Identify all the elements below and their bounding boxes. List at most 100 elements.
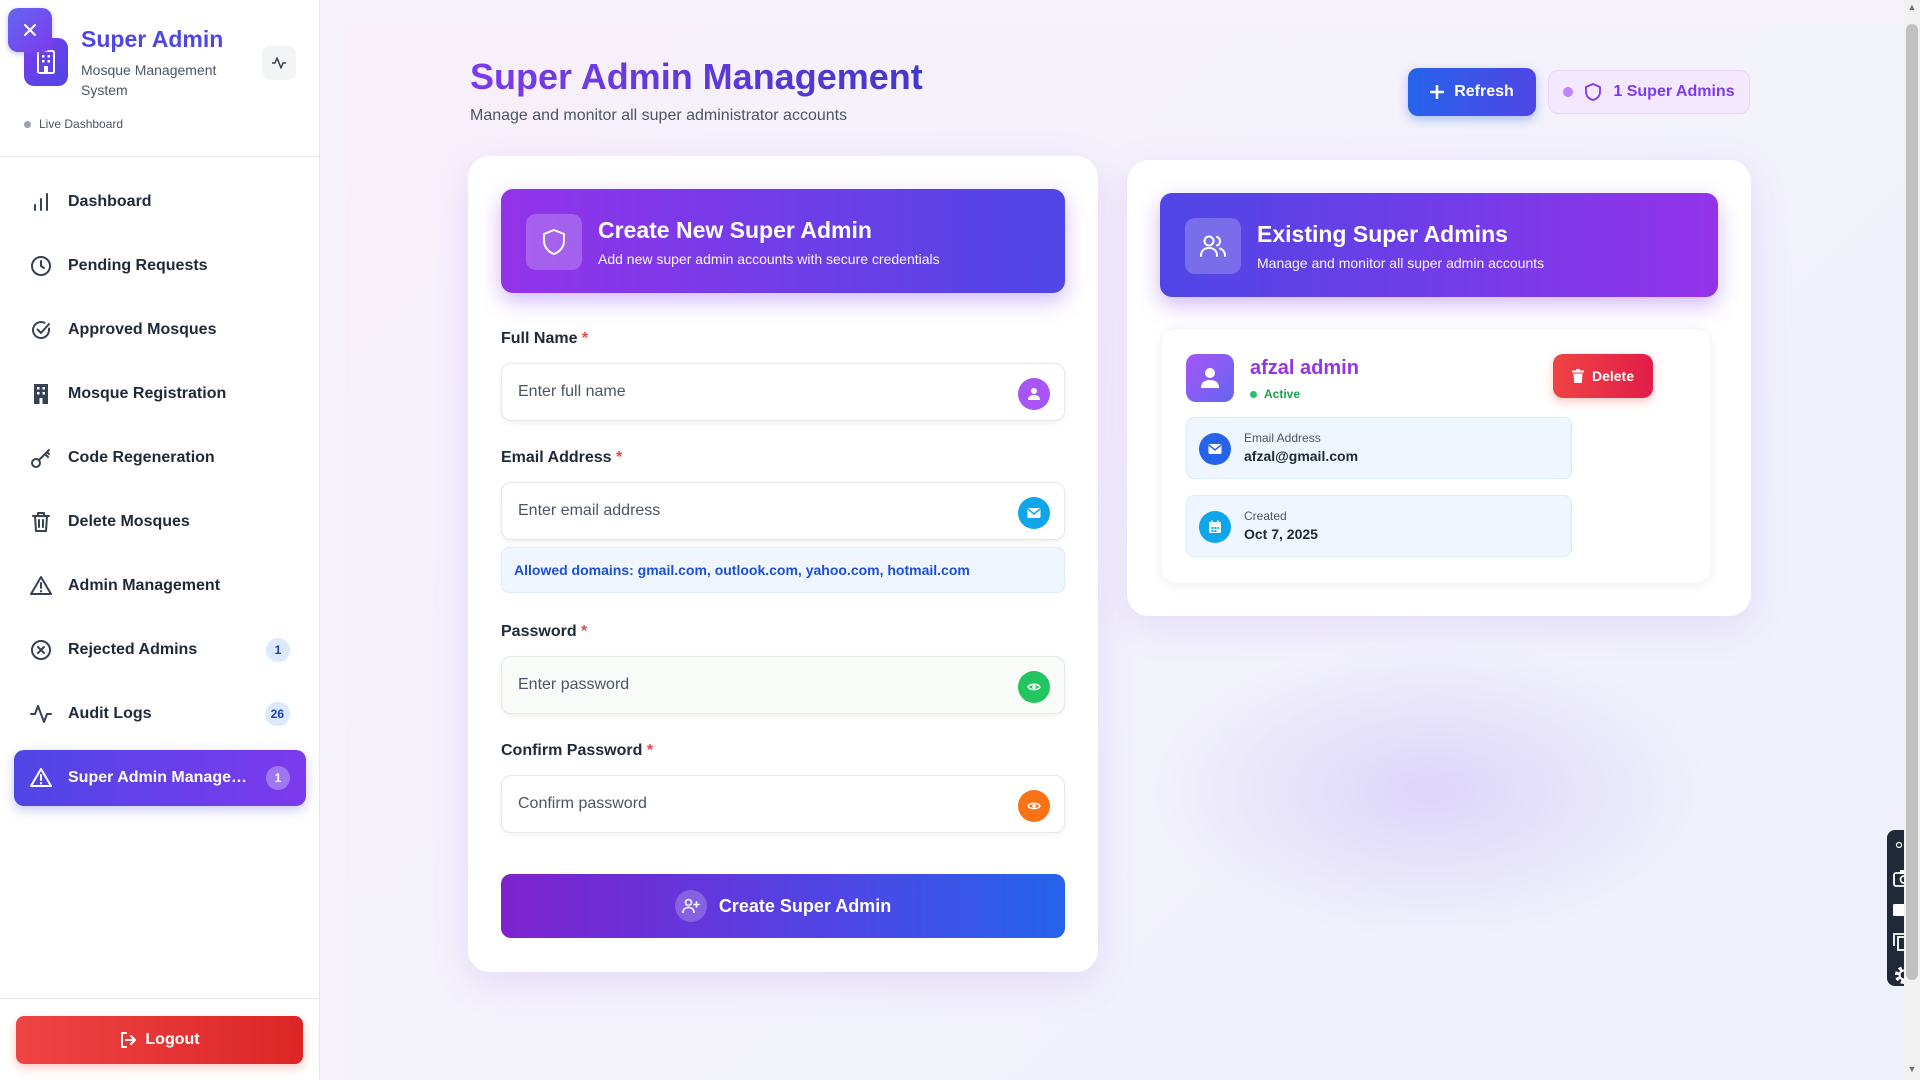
close-sidebar-button[interactable] [8,8,52,52]
created-label: Created [1244,509,1287,523]
sidebar-item-admin-management[interactable]: Admin Management [14,558,306,614]
page-title: Super Admin Management [470,56,923,97]
email-label-text: Email Address [501,449,612,466]
admin-name: afzal admin [1250,357,1359,379]
status-dot [1250,390,1257,398]
sidebar-item-label: Code Regeneration [68,449,215,466]
password-input[interactable] [502,657,972,713]
bar-chart-icon [34,193,48,211]
confirm-password-label-text: Confirm Password [501,742,643,759]
scroll-up-icon[interactable]: ▲ [1905,2,1919,14]
shield-icon-box [526,214,582,270]
full-name-field [501,363,1065,421]
sidebar-item-approved-mosques[interactable]: Approved Mosques [14,302,306,358]
sidebar-item-label: Audit Logs [68,705,152,722]
existing-super-admins-card: Existing Super Admins Manage and monitor… [1127,160,1751,616]
building-icon [34,384,48,404]
sidebar-item-code-regeneration[interactable]: Code Regeneration [14,430,306,486]
status-dot [1563,87,1574,97]
x-circle-icon [31,640,51,660]
created-value: Oct 7, 2025 [1244,526,1318,542]
admin-list-item: afzal admin Active Delete Email Address … [1160,328,1712,584]
create-card-title: Create New Super Admin [598,217,872,243]
logout-label: Logout [145,1031,200,1048]
required-mark: * [581,623,588,640]
password-field [501,656,1065,714]
trash-icon [32,512,50,532]
sidebar-item-label: Admin Management [68,577,221,594]
brand-subtitle: Mosque Management System [81,62,217,98]
sidebar-nav: Dashboard Pending Requests Approved Mosq… [14,174,306,814]
confirm-password-field [501,775,1065,833]
eye-icon[interactable] [1018,790,1050,822]
existing-card-subtitle: Manage and monitor all super admin accou… [1257,255,1545,271]
sidebar-item-label: Pending Requests [68,257,208,274]
users-icon-box [1185,218,1241,274]
status-label: Active [1264,387,1301,401]
user-icon [1201,368,1219,388]
required-mark: * [646,742,654,759]
confirm-password-label: Confirm Password * [501,742,653,760]
mail-icon [1199,433,1231,465]
mail-icon [1018,497,1050,529]
check-circle-icon [32,321,50,339]
existing-card-title: Existing Super Admins [1257,221,1508,247]
shield-icon [1585,83,1602,101]
scrollbar-thumb[interactable] [1906,24,1918,980]
close-icon [24,24,36,36]
create-card-header: Create New Super Admin Add new super adm… [501,189,1065,293]
email-value: afzal@gmail.com [1244,448,1359,464]
sidebar-item-pending-requests[interactable]: Pending Requests [14,238,306,294]
sidebar-item-mosque-registration[interactable]: Mosque Registration [14,366,306,422]
background-glow [1150,640,1710,940]
sidebar-item-label: Approved Mosques [68,321,217,338]
building-icon [37,50,55,74]
sidebar-item-label: Super Admin Managem... [68,769,250,786]
delete-button[interactable]: Delete [1553,354,1653,398]
super-admin-count-badge: 1 Super Admins [1548,70,1750,114]
password-label: Password * [501,623,587,641]
clock-icon [31,256,51,276]
key-icon [31,449,50,468]
scroll-down-icon[interactable]: ▼ [1905,1064,1919,1076]
page-subtitle: Manage and monitor all super administrat… [470,107,848,124]
allowed-domains-hint: Allowed domains: gmail.com, outlook.com,… [501,547,1065,593]
full-name-label: Full Name * [501,330,588,348]
status-badge: Active [1250,387,1300,401]
warning-icon [30,576,52,595]
delete-label: Delete [1591,368,1635,384]
avatar [1186,354,1234,402]
sidebar-item-label: Dashboard [68,193,152,210]
user-icon [1018,378,1050,410]
email-field [501,482,1065,540]
eye-icon[interactable] [1018,671,1050,703]
users-icon [1200,235,1226,257]
logout-button[interactable]: Logout [16,1016,303,1064]
full-name-input[interactable] [502,364,972,420]
shield-icon [543,229,565,255]
email-label: Email Address * [501,449,622,467]
sidebar-item-audit-logs[interactable]: Audit Logs 26 [14,686,306,742]
count-label: 1 Super Admins [1613,83,1735,100]
live-label: Live Dashboard [39,117,124,131]
brand-title: Super Admin [81,26,224,52]
count-badge: 26 [264,702,290,726]
confirm-password-input[interactable] [502,776,972,832]
create-button-label: Create Super Admin [718,895,892,916]
sidebar-item-super-admin-management[interactable]: Super Admin Managem... 1 [14,750,306,806]
sidebar-item-dashboard[interactable]: Dashboard [14,174,306,230]
activity-button[interactable] [262,46,296,80]
full-name-label-text: Full Name [501,330,578,347]
email-input[interactable] [502,483,972,539]
sidebar: Super Admin Mosque Management System Liv… [0,0,320,1080]
activity-icon [30,705,52,723]
sidebar-item-delete-mosques[interactable]: Delete Mosques [14,494,306,550]
refresh-button[interactable]: Refresh [1408,68,1536,116]
trash-icon [1571,369,1584,383]
email-label: Email Address [1244,431,1321,445]
sidebar-item-rejected-admins[interactable]: Rejected Admins 1 [14,622,306,678]
create-super-admin-button[interactable]: Create Super Admin [501,874,1065,938]
divider [0,998,320,999]
calendar-icon [1199,511,1231,543]
required-mark: * [616,449,623,466]
